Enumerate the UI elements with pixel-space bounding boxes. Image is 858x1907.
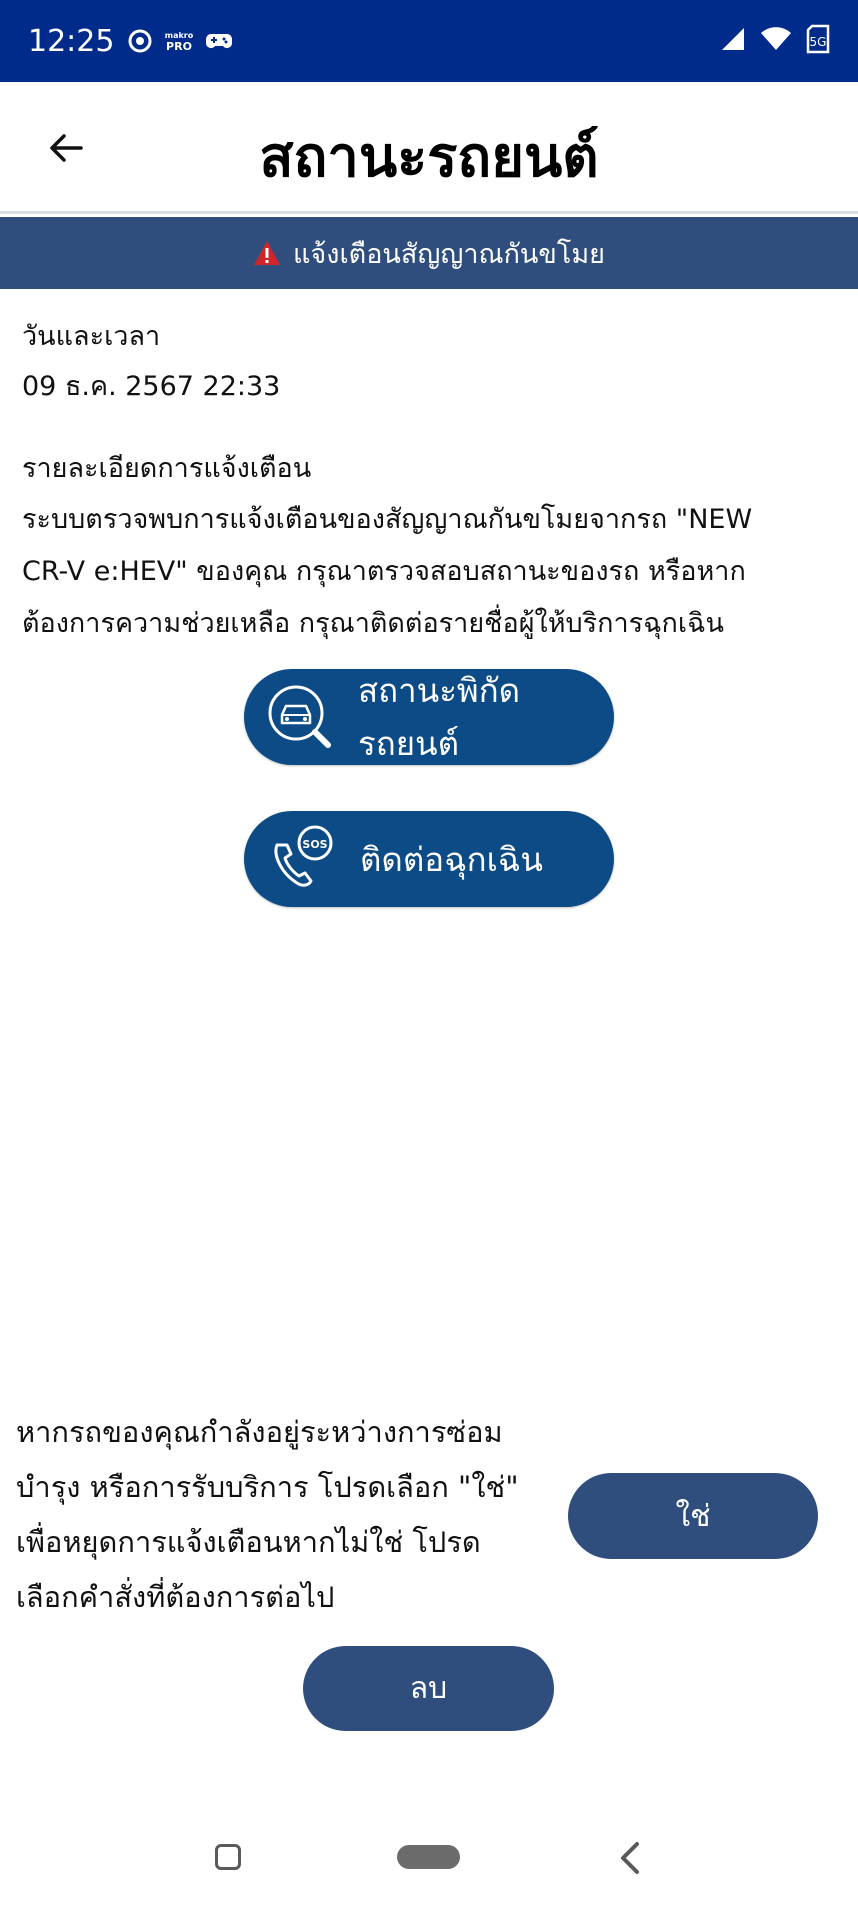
yes-button[interactable]: ใช่ xyxy=(568,1473,818,1559)
sos-phone-icon: SOS xyxy=(262,820,340,898)
status-icons-left: makro PRO xyxy=(128,29,233,53)
maintenance-message: หากรถของคุณกำลังอยู่ระหว่างการซ่อม บำรุง… xyxy=(16,1405,556,1625)
svg-text:makro: makro xyxy=(165,31,194,40)
system-nav-bar xyxy=(0,1820,858,1907)
app-header: สถานะรถยนต์ xyxy=(0,82,858,214)
maintenance-line: หากรถของคุณกำลังอยู่ระหว่างการซ่อม xyxy=(16,1415,503,1449)
svg-text:PRO: PRO xyxy=(167,40,193,52)
recents-icon[interactable] xyxy=(215,1844,241,1870)
status-bar: 12:25 makro PRO 5G xyxy=(0,0,858,82)
alert-banner: แจ้งเตือนสัญญาณกันขโมย xyxy=(0,217,858,289)
detail-line: ต้องการความช่วยเหลือ กรุณาติดต่อรายชื่อผ… xyxy=(22,608,724,639)
wifi-icon xyxy=(760,26,792,56)
maintenance-line: เลือกคำสั่งที่ต้องการต่อไป xyxy=(16,1580,335,1614)
sos-text: SOS xyxy=(302,838,327,851)
screen: 12:25 makro PRO 5G สถานะรถยนต์ แจ้งเตือน… xyxy=(0,0,858,1907)
detail-line: ระบบตรวจพบการแจ้งเตือนของสัญญาณกันขโมยจา… xyxy=(22,504,753,535)
datetime-value: 09 ธ.ค. 2567 22:33 xyxy=(22,371,281,402)
maintenance-line: บำรุง หรือการรับบริการ โปรดเลือก "ใช่" xyxy=(16,1470,519,1504)
car-location-label: สถานะพิกัดรถยนต์ xyxy=(358,671,521,763)
emergency-contact-label: ติดต่อฉุกเฉิน xyxy=(360,839,543,879)
alert-banner-text: แจ้งเตือนสัญญาณกันขโมย xyxy=(293,238,605,270)
car-search-icon xyxy=(262,678,338,756)
home-pill-icon[interactable] xyxy=(397,1845,460,1869)
status-icons-right: 5G xyxy=(720,24,830,58)
maintenance-line: เพื่อหยุดการแจ้งเตือนหากไม่ใช่ โปรด xyxy=(16,1525,481,1559)
car-location-button[interactable]: สถานะพิกัดรถยนต์ xyxy=(244,669,614,765)
chrome-icon xyxy=(128,29,152,53)
sim-label: 5G xyxy=(810,35,827,49)
makro-pro-icon: makro PRO xyxy=(164,30,194,52)
detail-title: รายละเอียดการแจ้งเตือน xyxy=(22,453,312,484)
signal-icon xyxy=(720,26,746,56)
game-controller-icon xyxy=(206,32,233,50)
page-title: สถานะรถยนต์ xyxy=(259,125,599,190)
detail-line: CR-V e:HEV" ของคุณ กรุณาตรวจสอบสถานะของร… xyxy=(22,556,746,587)
delete-button[interactable]: ลบ xyxy=(303,1646,554,1731)
nav-back-icon[interactable] xyxy=(615,1840,645,1876)
warning-icon xyxy=(254,241,281,265)
datetime-label: วันและเวลา xyxy=(22,321,161,352)
alert-details: วันและเวลา 09 ธ.ค. 2567 22:33 รายละเอียด… xyxy=(22,312,822,650)
status-time: 12:25 xyxy=(28,23,115,59)
emergency-contact-button[interactable]: SOS ติดต่อฉุกเฉิน xyxy=(244,811,614,907)
sim-5g-icon: 5G xyxy=(806,24,830,58)
